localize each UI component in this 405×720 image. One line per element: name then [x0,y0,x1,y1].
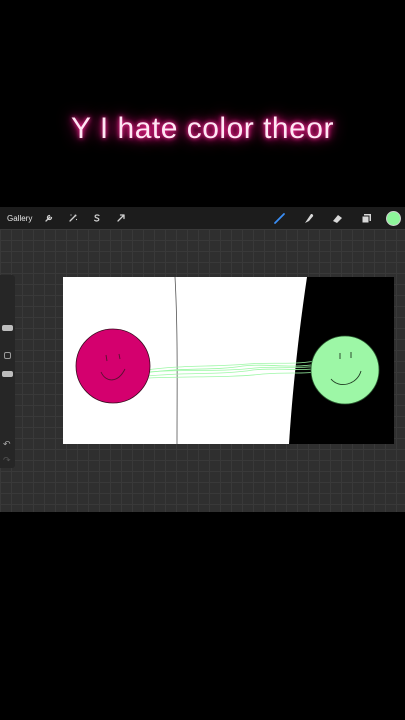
layers-icon[interactable] [359,211,373,225]
brush-icon[interactable] [272,211,286,225]
modify-button[interactable] [4,352,11,359]
redo-icon[interactable]: ↷ [3,456,11,465]
undo-icon[interactable]: ↶ [3,440,11,449]
magenta-smiley [75,328,151,404]
transform-arrow-icon[interactable] [114,211,128,225]
gallery-button[interactable]: Gallery [7,214,32,223]
selection-s-icon[interactable] [90,211,104,225]
color-picker-swatch[interactable] [386,210,401,226]
brush-size-slider[interactable] [2,325,13,331]
magic-wand-icon[interactable] [66,211,80,225]
green-smiley [310,335,380,405]
wrench-icon[interactable] [42,211,56,225]
eraser-icon[interactable] [330,211,344,225]
left-sidebar: ↶ ↷ [0,275,15,468]
opacity-slider[interactable] [2,371,13,377]
drawing-canvas[interactable] [63,277,394,444]
video-caption: Y I hate color theor [71,112,334,145]
smudge-icon[interactable] [301,211,315,225]
toolbar-right-group [257,207,401,229]
top-toolbar: Gallery [0,207,405,229]
